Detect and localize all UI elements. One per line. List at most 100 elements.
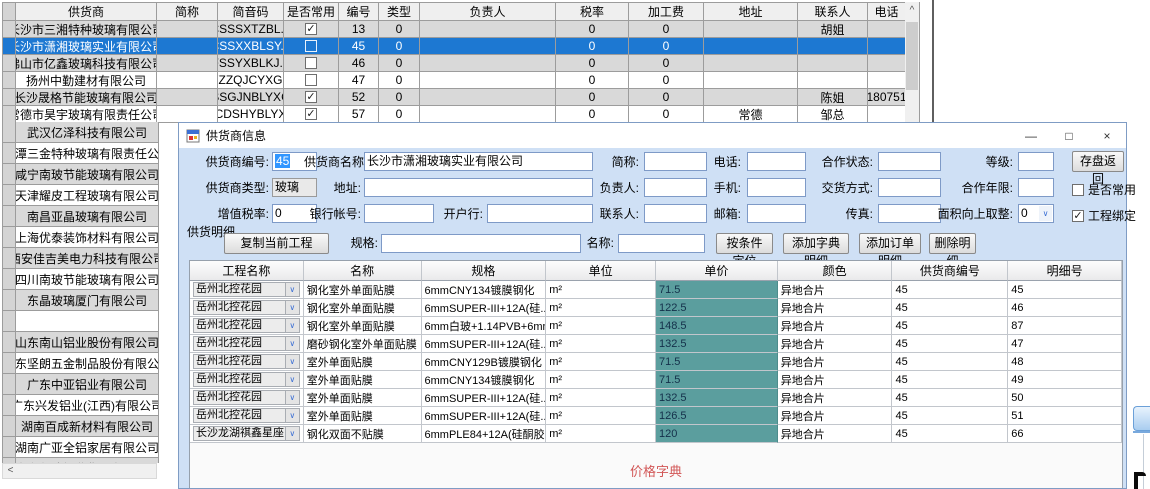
manager-field[interactable] (644, 178, 707, 197)
grid-cell[interactable]: 6mmPLE84+12A(硅酮胶... (422, 425, 547, 443)
abbr-field[interactable] (644, 152, 707, 171)
grid-row[interactable]: 岳州北控花园∨钢化室外单面贴膜6mmSUPER-III+12A(硅...m²12… (190, 299, 1122, 317)
grid-cell[interactable]: 45 (892, 371, 1008, 389)
chevron-down-icon[interactable]: ∨ (1039, 206, 1052, 221)
grid-row[interactable]: 岳州北控花园∨室外单面贴膜6mmCNY134镀膜钢化m²71.5异地合片4549 (190, 371, 1122, 389)
column-header[interactable]: 是否常用 (284, 3, 339, 21)
grid-cell[interactable]: m² (546, 281, 656, 299)
grid-cell[interactable]: 120 (656, 425, 778, 443)
chevron-down-icon[interactable]: ∨ (286, 426, 300, 441)
list-item[interactable]: 上海优泰装饰材料有限公司 (3, 227, 159, 248)
add-order-detail-button[interactable]: 添加订单明细 (859, 233, 921, 254)
common-use-checkbox[interactable]: 是否常用 (1072, 181, 1136, 198)
common-use-checkbox[interactable]: ✓ (305, 108, 317, 120)
list-item[interactable]: 湖南广亚全铝家居有限公司 (3, 437, 159, 458)
delivery-field[interactable] (878, 178, 941, 197)
grid-cell[interactable]: 132.5 (656, 389, 778, 407)
list-item[interactable]: 广东中亚铝业有限公司 (3, 374, 159, 395)
column-header[interactable]: 地址 (704, 3, 798, 21)
grid-cell[interactable]: 6mm白玻+1.14PVB+6mm... (422, 317, 547, 335)
grid-cell[interactable]: 室外单面贴膜 (304, 407, 422, 425)
grid-cell[interactable]: 异地合片 (778, 425, 893, 443)
column-header[interactable]: 电话 (868, 3, 906, 21)
grid-row[interactable]: 岳州北控花园∨室外单面贴膜6mmSUPER-III+12A(硅...m²126.… (190, 407, 1122, 425)
project-combobox[interactable]: 岳州北控花园∨ (193, 354, 300, 369)
project-bind-checkbox[interactable]: ✓ 工程绑定 (1072, 207, 1136, 224)
scrollbar-thumb[interactable] (906, 22, 918, 90)
grid-cell[interactable]: m² (546, 335, 656, 353)
grid-column-header[interactable]: 单价 (656, 261, 778, 281)
grid-column-header[interactable]: 工程名称 (190, 261, 304, 281)
column-header[interactable]: 简音码 (218, 3, 284, 21)
grid-row[interactable]: 岳州北控花园∨钢化室外单面贴膜6mm白玻+1.14PVB+6mm...m²148… (190, 317, 1122, 335)
grid-cell[interactable]: 45 (892, 317, 1008, 335)
column-header[interactable]: 联系人 (798, 3, 868, 21)
close-button[interactable]: × (1088, 123, 1126, 148)
grid-column-header[interactable]: 明细号 (1008, 261, 1122, 281)
grid-cell[interactable]: 6mmSUPER-III+12A(硅... (422, 335, 547, 353)
address-field[interactable] (364, 178, 593, 197)
locate-by-condition-button[interactable]: 按条件定位 (716, 233, 773, 254)
grid-cell[interactable]: 45 (892, 281, 1008, 299)
grid-cell[interactable]: 87 (1008, 317, 1122, 335)
list-item[interactable]: 四川南玻节能玻璃有限公司 (3, 269, 159, 290)
grid-cell[interactable]: 45 (892, 335, 1008, 353)
coop-status-field[interactable] (878, 152, 941, 171)
grid-row[interactable]: 岳州北控花园∨磨砂钢化室外单面贴膜6mmSUPER-III+12A(硅...m²… (190, 335, 1122, 353)
horizontal-scrollbar[interactable]: < (2, 463, 157, 479)
grid-cell[interactable]: 45 (892, 407, 1008, 425)
bank-field[interactable] (364, 204, 434, 223)
common-use-checkbox[interactable]: ✓ (305, 91, 317, 103)
grid-cell[interactable]: 异地合片 (778, 299, 893, 317)
grid-cell[interactable]: 122.5 (656, 299, 778, 317)
grid-cell[interactable]: m² (546, 353, 656, 371)
grid-cell[interactable]: 岳州北控花园∨ (190, 281, 304, 299)
grid-cell[interactable]: 异地合片 (778, 407, 893, 425)
grid-cell[interactable]: 45 (892, 389, 1008, 407)
project-combobox[interactable]: 长沙龙湖祺鑫星座∨ (193, 426, 300, 441)
supplier-row[interactable]: 扬州中勤建材有限公司YZZQJCYXGS47000 (3, 72, 906, 89)
background-window-tab[interactable] (1133, 406, 1150, 431)
add-dictionary-detail-button[interactable]: 添加字典明细 (783, 233, 849, 254)
maximize-button[interactable]: □ (1050, 123, 1088, 148)
project-combobox[interactable]: 岳州北控花园∨ (193, 336, 300, 351)
grid-cell[interactable]: 6mmSUPER-III+12A(硅... (422, 389, 547, 407)
grid-cell[interactable]: 71.5 (656, 371, 778, 389)
grid-row[interactable]: 长沙龙湖祺鑫星座∨钢化双面不贴膜6mmPLE84+12A(硅酮胶...m²120… (190, 425, 1122, 443)
mobile-field[interactable] (747, 178, 806, 197)
grid-cell[interactable]: 异地合片 (778, 389, 893, 407)
grid-cell[interactable]: 132.5 (656, 335, 778, 353)
grid-cell[interactable]: 钢化双面不贴膜 (304, 425, 422, 443)
project-combobox[interactable]: 岳州北控花园∨ (193, 372, 300, 387)
grid-cell[interactable]: 钢化室外单面贴膜 (304, 299, 422, 317)
project-combobox[interactable]: 岳州北控花园∨ (193, 318, 300, 333)
copy-current-project-button[interactable]: 复制当前工程 (224, 233, 329, 254)
delete-detail-button[interactable]: 删除明细 (929, 233, 976, 254)
grid-cell[interactable]: 岳州北控花园∨ (190, 353, 304, 371)
column-header[interactable]: 简称 (157, 3, 218, 21)
chevron-down-icon[interactable]: ∨ (286, 300, 300, 315)
grid-cell[interactable]: m² (546, 407, 656, 425)
scroll-up-icon[interactable]: ^ (905, 2, 919, 19)
list-item[interactable]: 南昌亚晶玻璃有限公司 (3, 206, 159, 227)
grid-cell[interactable]: 异地合片 (778, 335, 893, 353)
round-up-combobox[interactable]: 0∨ (1018, 204, 1054, 223)
grid-cell[interactable]: 71.5 (656, 353, 778, 371)
list-item[interactable]: 咸宁南玻节能玻璃有限公司 (3, 164, 159, 185)
grid-cell[interactable]: m² (546, 317, 656, 335)
branch-field[interactable] (487, 204, 593, 223)
supplier-name-field[interactable]: 长沙市潇湘玻璃实业有限公司 (364, 152, 593, 171)
list-item[interactable]: 西安佳吉美电力科技有限公司 (3, 248, 159, 269)
chevron-down-icon[interactable]: ∨ (286, 408, 300, 423)
chevron-down-icon[interactable]: ∨ (286, 336, 300, 351)
grid-cell[interactable]: 49 (1008, 371, 1122, 389)
grid-cell[interactable]: 47 (1008, 335, 1122, 353)
phone-field[interactable] (747, 152, 806, 171)
grid-cell[interactable]: 异地合片 (778, 371, 893, 389)
list-item[interactable]: 广东兴发铝业(江西)有限公司 (3, 395, 159, 416)
grid-cell[interactable]: 室外单面贴膜 (304, 353, 422, 371)
list-item[interactable]: 武汉亿泽科技有限公司 (3, 122, 159, 143)
grid-cell[interactable]: 钢化室外单面贴膜 (304, 281, 422, 299)
grid-cell[interactable]: 50 (1008, 389, 1122, 407)
grid-column-header[interactable]: 供货商编号 (892, 261, 1008, 281)
